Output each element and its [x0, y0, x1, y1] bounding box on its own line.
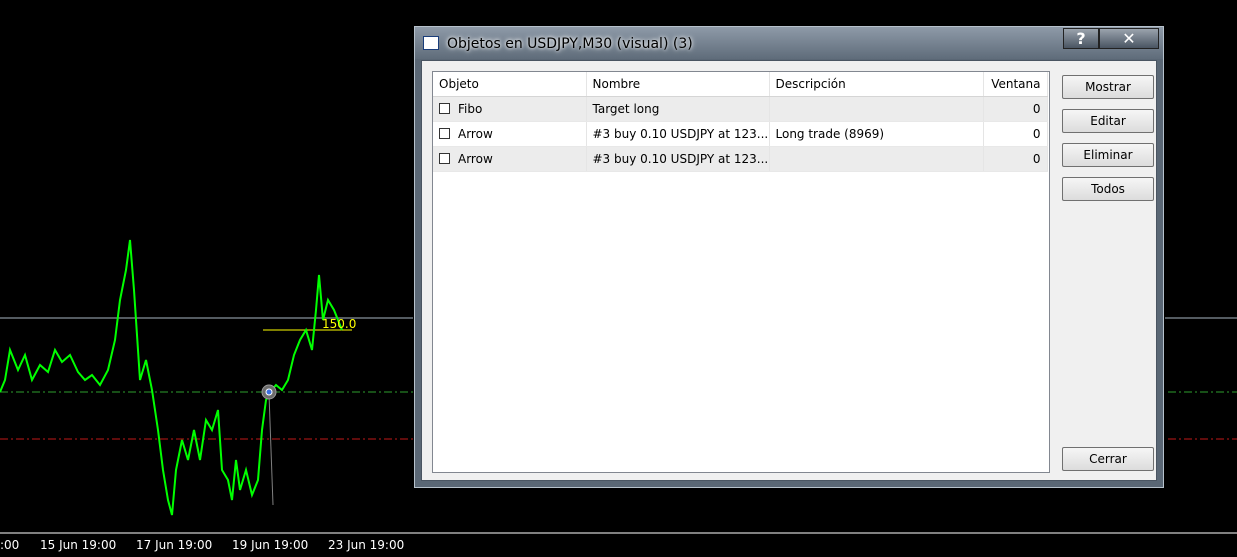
row-checkbox[interactable]	[439, 103, 450, 114]
todos-button[interactable]: Todos	[1062, 177, 1154, 201]
fibo-label: 150.0	[322, 317, 356, 331]
x-axis-label: 19 Jun 19:00	[232, 538, 309, 552]
objects-list[interactable]: Objeto Nombre Descripción Ventana Fibo T…	[432, 71, 1050, 473]
row-nombre: #3 buy 0.10 USDJPY at 123....	[586, 121, 770, 147]
row-descripcion	[769, 146, 984, 172]
row-objeto: Arrow	[458, 152, 493, 166]
mostrar-button[interactable]: Mostrar	[1062, 75, 1154, 99]
close-window-button[interactable]: ✕	[1099, 28, 1159, 49]
dialog-title: Objetos en USDJPY,M30 (visual) (3)	[447, 36, 693, 52]
column-header-descripcion[interactable]: Descripción	[769, 72, 984, 97]
row-descripcion	[769, 96, 984, 122]
table-row[interactable]: Fibo Target long 0	[433, 96, 1048, 122]
editar-button[interactable]: Editar	[1062, 109, 1154, 133]
help-button[interactable]: ?	[1063, 28, 1099, 49]
table-header: Objeto Nombre Descripción Ventana	[433, 72, 1048, 97]
dialog-client-area: Objeto Nombre Descripción Ventana Fibo T…	[421, 60, 1157, 481]
row-ventana: 0	[983, 121, 1048, 147]
row-nombre: #3 buy 0.10 USDJPY at 123....	[586, 146, 770, 172]
row-checkbox[interactable]	[439, 128, 450, 139]
table-row[interactable]: Arrow #3 buy 0.10 USDJPY at 123.... Long…	[433, 121, 1048, 147]
row-ventana: 0	[983, 96, 1048, 122]
row-objeto: Arrow	[458, 127, 493, 141]
dialog-titlebar[interactable]: Objetos en USDJPY,M30 (visual) (3) ? ✕	[415, 27, 1163, 59]
row-checkbox[interactable]	[439, 153, 450, 164]
x-axis-label: 17 Jun 19:00	[136, 538, 213, 552]
row-ventana: 0	[983, 146, 1048, 172]
column-header-nombre[interactable]: Nombre	[586, 72, 770, 97]
column-header-objeto[interactable]: Objeto	[433, 72, 587, 97]
price-line	[0, 239, 343, 516]
chart-app-icon	[423, 36, 439, 50]
x-axis-label: :00	[0, 538, 20, 552]
x-axis-label: 15 Jun 19:00	[40, 538, 117, 552]
column-header-ventana[interactable]: Ventana	[983, 72, 1048, 97]
row-objeto: Fibo	[458, 102, 483, 116]
trade-line	[268, 393, 274, 506]
row-nombre: Target long	[586, 96, 770, 122]
buy-arrow-dot	[265, 388, 273, 396]
eliminar-button[interactable]: Eliminar	[1062, 143, 1154, 167]
objects-table: Objeto Nombre Descripción Ventana Fibo T…	[433, 72, 1048, 172]
row-descripcion: Long trade (8969)	[769, 121, 984, 147]
objects-dialog: Objetos en USDJPY,M30 (visual) (3) ? ✕ O…	[414, 26, 1164, 488]
x-axis-label: 23 Jun 19:00	[328, 538, 405, 552]
cerrar-button[interactable]: Cerrar	[1062, 447, 1154, 471]
table-row[interactable]: Arrow #3 buy 0.10 USDJPY at 123.... 0	[433, 146, 1048, 172]
